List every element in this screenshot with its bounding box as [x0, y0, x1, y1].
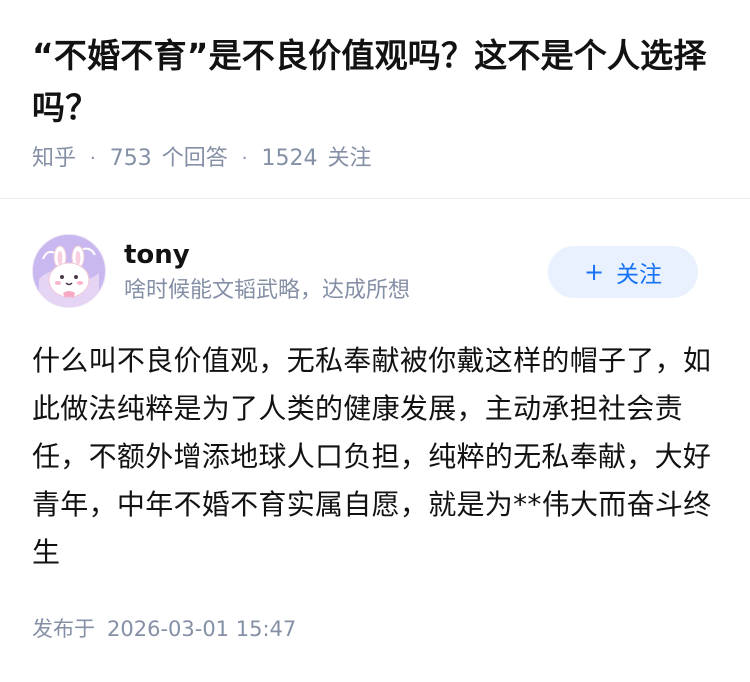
avatar[interactable]: [32, 234, 106, 308]
question-meta: 知乎 · 753 个回答 · 1524 关注: [32, 144, 722, 174]
section-divider: [0, 198, 750, 199]
publish-info: 发布于 2026-03-01 15:47: [32, 614, 296, 644]
published-label: 发布于: [32, 617, 95, 641]
meta-separator: ·: [241, 148, 248, 169]
question-header: “不婚不育”是不良价值观吗？这不是个人选择吗？ 知乎 · 753 个回答 · 1…: [32, 30, 722, 174]
follow-button-label: 关注: [616, 262, 663, 288]
source-label[interactable]: 知乎: [32, 144, 76, 174]
author-name[interactable]: tony: [124, 238, 190, 272]
cartoon-bunny-avatar-icon: [33, 235, 105, 307]
plus-icon: +: [583, 258, 605, 286]
answer-count-label: 个回答: [161, 146, 228, 171]
follow-button[interactable]: + 关注: [548, 246, 698, 298]
follower-count: 1524: [261, 146, 318, 171]
author-bio: 啥时候能文韬武略，达成所想: [124, 278, 411, 303]
question-title[interactable]: “不婚不育”是不良价值观吗？这不是个人选择吗？: [32, 30, 722, 134]
follower-count-label: 关注: [327, 146, 372, 171]
meta-separator: ·: [90, 148, 96, 169]
author-card: tony 啥时候能文韬武略，达成所想 + 关注: [32, 234, 718, 310]
published-time: 2026-03-01 15:47: [107, 617, 297, 641]
answer-content: 什么叫不良价值观，无私奉献被你戴这样的帽子了，如此做法纯粹是为了人类的健康发展，…: [32, 344, 712, 569]
answer-count: 753: [109, 146, 152, 171]
